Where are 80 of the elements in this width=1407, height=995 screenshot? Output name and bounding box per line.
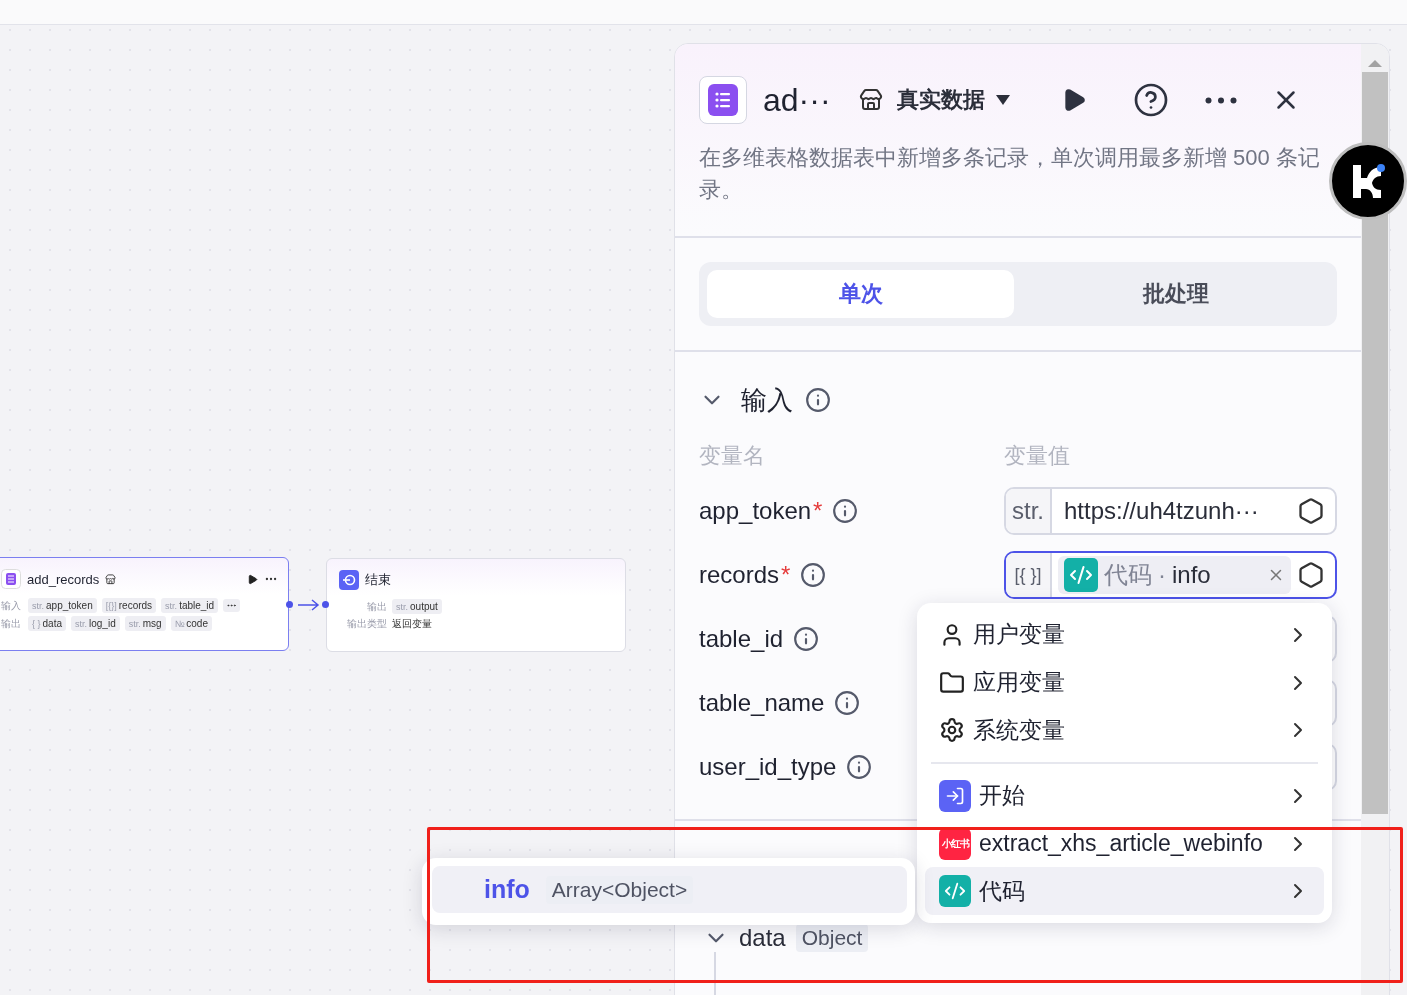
variable-tag: str. app_token bbox=[28, 598, 97, 613]
table-icon bbox=[699, 76, 747, 124]
info-icon[interactable] bbox=[800, 562, 827, 588]
node-description: 在多维表格数据表中新增多条记录，单次调用最多新增 500 条记录。 bbox=[699, 144, 1321, 204]
value-field[interactable]: [{ }] 代码 · info bbox=[1004, 551, 1337, 599]
workflow-node[interactable]: add_records 输入 str. app_token [{}] records str. table_id 输出 { } data str. log_id str. msg № code bbox=[0, 557, 289, 651]
end-node-icon bbox=[339, 570, 359, 590]
field-value: https://uh4tzunh··· bbox=[1063, 497, 1260, 525]
reference-source: 代码 bbox=[1104, 560, 1152, 590]
info-icon[interactable] bbox=[834, 690, 861, 716]
node-title: add_records bbox=[27, 571, 100, 587]
menu-item[interactable]: 开始 bbox=[925, 772, 1324, 820]
param-name: app_token bbox=[699, 497, 812, 525]
param-name: table_name bbox=[699, 689, 825, 717]
help-icon bbox=[1132, 82, 1169, 118]
more-icon bbox=[1204, 96, 1237, 104]
variable-tag: str. msg bbox=[124, 616, 166, 631]
info-icon[interactable] bbox=[793, 626, 820, 652]
info-icon[interactable] bbox=[832, 498, 859, 524]
connector-arrow bbox=[297, 598, 321, 612]
type-tag: Array<Object> bbox=[545, 875, 694, 904]
field-option[interactable]: info Array<Object> bbox=[432, 866, 907, 913]
menu-item[interactable]: 系统变量 bbox=[925, 706, 1324, 754]
column-header: 变量值 bbox=[1004, 442, 1071, 470]
reference-field: info bbox=[1172, 561, 1261, 589]
help-button[interactable] bbox=[1132, 82, 1169, 118]
type-label: str. bbox=[1006, 489, 1052, 533]
table-icon bbox=[1, 569, 21, 589]
variable-tag: { } data bbox=[28, 616, 66, 631]
row-label: 输出 bbox=[366, 599, 387, 614]
menu-item[interactable]: 应用变量 bbox=[925, 658, 1324, 707]
data-mode-dropdown[interactable]: 真实数据 bbox=[896, 85, 1011, 115]
section-title: 输入 bbox=[741, 383, 793, 417]
variable-tag: [{}] records bbox=[101, 598, 157, 613]
info-icon[interactable] bbox=[805, 387, 831, 413]
node-title: ad··· bbox=[763, 81, 831, 119]
type-tag: Object bbox=[795, 924, 869, 952]
required-mark: * bbox=[781, 561, 791, 589]
value-field[interactable]: str. https://uh4tzunh··· bbox=[1004, 487, 1337, 535]
run-icon[interactable] bbox=[247, 573, 258, 585]
code-icon bbox=[939, 875, 971, 908]
variable-tag: str. output bbox=[392, 599, 442, 614]
menu-item[interactable]: 代码 bbox=[925, 867, 1324, 915]
param-name: records bbox=[699, 561, 780, 589]
param-name: user_id_type bbox=[699, 753, 837, 781]
node-title: 结束 bbox=[365, 571, 391, 589]
settings-icon bbox=[939, 717, 965, 744]
menu-item[interactable]: 用户变量 bbox=[925, 611, 1324, 659]
variable-tag: str. table_id bbox=[161, 598, 219, 613]
param-name: table_id bbox=[699, 625, 784, 653]
input-port[interactable] bbox=[322, 601, 329, 608]
variable-tag: № code bbox=[170, 616, 212, 631]
type-label: [{ }] bbox=[1006, 553, 1052, 597]
row-label: 输出类型 bbox=[346, 617, 387, 631]
required-mark: * bbox=[813, 497, 823, 525]
row-label: 输出 bbox=[1, 616, 22, 631]
start-node-icon bbox=[939, 779, 971, 812]
caret-icon bbox=[994, 94, 1011, 106]
row-label: 输入 bbox=[1, 598, 22, 613]
variable-tag: str. log_id bbox=[71, 616, 120, 631]
menu-item[interactable]: 小红书 extract_xhs_article_webinfo bbox=[925, 819, 1324, 868]
info-icon[interactable] bbox=[846, 754, 873, 780]
column-header: 变量名 bbox=[699, 442, 766, 470]
scrollbar[interactable] bbox=[1361, 44, 1389, 995]
separator: · bbox=[1158, 561, 1166, 589]
mode-tab[interactable]: 单次 bbox=[707, 270, 1014, 318]
row-value: 返回变量 bbox=[392, 617, 432, 631]
store-icon[interactable] bbox=[858, 88, 883, 112]
folder-icon bbox=[939, 669, 965, 696]
store-icon bbox=[105, 573, 117, 585]
reference-chip[interactable]: 代码 · info bbox=[1058, 556, 1291, 594]
variable-picker-icon[interactable] bbox=[1297, 497, 1325, 525]
variable-picker-icon[interactable] bbox=[1297, 561, 1325, 589]
code-icon bbox=[1064, 558, 1098, 592]
field-name: data bbox=[739, 924, 786, 952]
workflow-node[interactable]: 结束 输出 str. output 输出类型 返回变量 bbox=[326, 558, 626, 652]
scrollbar-thumb[interactable] bbox=[1362, 72, 1388, 814]
output-port[interactable] bbox=[286, 601, 293, 608]
mode-tab[interactable]: 批处理 bbox=[1022, 270, 1329, 318]
more-button[interactable] bbox=[1204, 96, 1237, 104]
